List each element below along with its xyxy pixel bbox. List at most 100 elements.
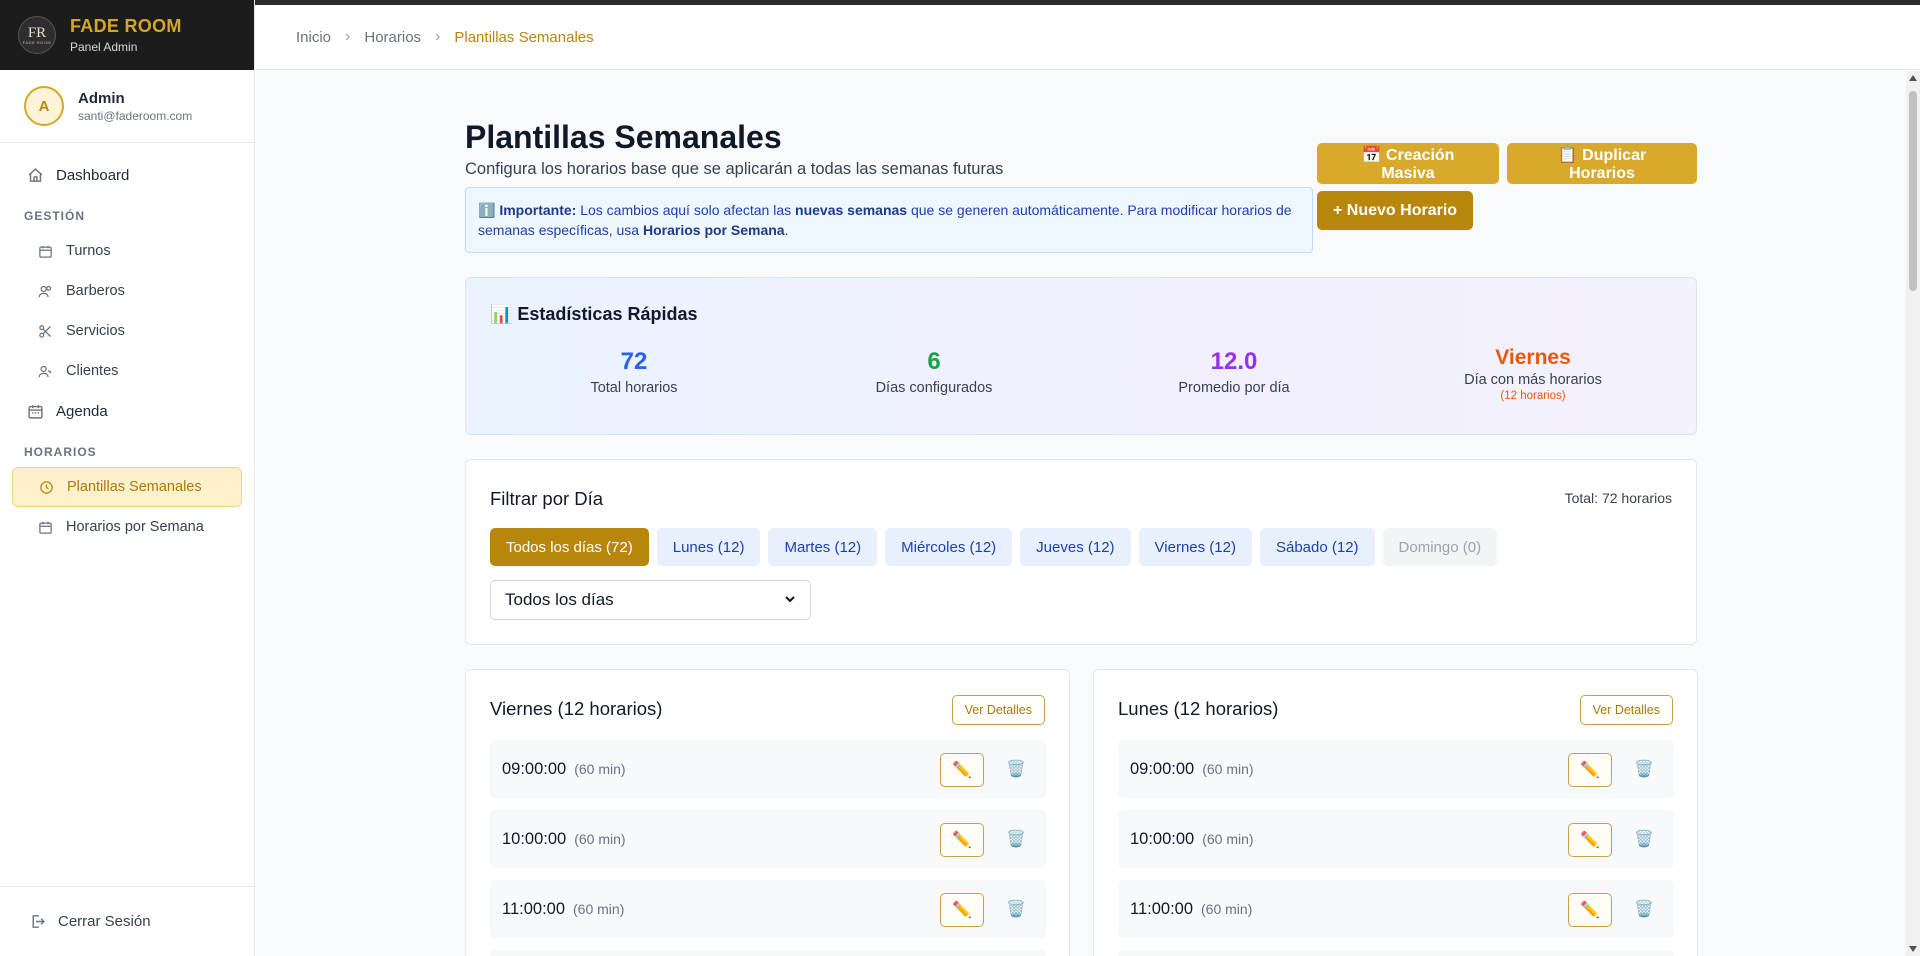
edit-button[interactable]: ✏️ bbox=[940, 823, 984, 857]
chip-martes[interactable]: Martes (12) bbox=[768, 528, 878, 566]
scroll-thumb[interactable] bbox=[1909, 91, 1917, 291]
logo-monogram: FR bbox=[27, 24, 47, 41]
notice-label: Importante: bbox=[499, 202, 577, 218]
brand-logo[interactable]: FR FADE ROOM bbox=[18, 16, 56, 54]
main-content: Plantillas Semanales Configura los horar… bbox=[256, 71, 1906, 956]
pencil-icon: ✏️ bbox=[952, 902, 972, 919]
time-slot: 11:00:00 (60 min) ✏️ 🗑️ bbox=[1118, 880, 1674, 938]
stat-label: Día con más horarios bbox=[1464, 372, 1602, 388]
time-slot-partial bbox=[1118, 950, 1674, 956]
slot-time: 10:00:00 bbox=[502, 829, 567, 848]
quick-stats-panel: 📊 Estadísticas Rápidas 72 Total horarios… bbox=[465, 277, 1697, 435]
page-scrollbar[interactable] bbox=[1906, 71, 1920, 956]
info-notice: ℹ️ Importante: Los cambios aquí solo afe… bbox=[465, 187, 1313, 253]
stat-value: 6 bbox=[927, 348, 941, 375]
user-email: santi@faderoom.com bbox=[78, 108, 193, 123]
pencil-icon: ✏️ bbox=[952, 762, 972, 779]
time-slot: 09:00:00 (60 min) ✏️ 🗑️ bbox=[490, 740, 1046, 798]
trash-icon: 🗑️ bbox=[1634, 831, 1654, 848]
edit-button[interactable]: ✏️ bbox=[1568, 823, 1612, 857]
slot-time: 11:00:00 bbox=[1130, 899, 1194, 918]
slot-time: 09:00:00 bbox=[1130, 759, 1195, 778]
trash-icon: 🗑️ bbox=[1006, 901, 1026, 918]
sidebar-item-label: Servicios bbox=[66, 323, 125, 339]
filter-total: Total: 72 horarios bbox=[1564, 490, 1672, 506]
delete-button[interactable]: 🗑️ bbox=[1634, 760, 1654, 778]
edit-button[interactable]: ✏️ bbox=[1568, 893, 1612, 927]
chip-miercoles[interactable]: Miércoles (12) bbox=[885, 528, 1013, 566]
sidebar-item-turnos[interactable]: Turnos bbox=[12, 231, 242, 271]
sidebar-item-label: Plantillas Semanales bbox=[67, 479, 202, 495]
chip-lunes[interactable]: Lunes (12) bbox=[656, 528, 761, 566]
sidebar-item-label: Dashboard bbox=[56, 166, 130, 184]
stat-top-day: Viernes Día con más horarios (12 horario… bbox=[1383, 346, 1683, 402]
sidebar-item-plantillas-semanales[interactable]: Plantillas Semanales bbox=[12, 467, 242, 507]
delete-button[interactable]: 🗑️ bbox=[1634, 830, 1654, 848]
time-slot: 11:00:00 (60 min) ✏️ 🗑️ bbox=[490, 880, 1046, 938]
trash-icon: 🗑️ bbox=[1006, 761, 1026, 778]
logout-icon bbox=[28, 913, 46, 931]
card-title: Lunes (12 horarios) bbox=[1118, 698, 1279, 719]
slot-duration: (60 min) bbox=[1202, 831, 1254, 847]
delete-button[interactable]: 🗑️ bbox=[1006, 900, 1026, 918]
edit-button[interactable]: ✏️ bbox=[940, 893, 984, 927]
slot-time: 11:00:00 bbox=[502, 899, 566, 918]
avatar[interactable]: A bbox=[24, 86, 64, 126]
sidebar-item-label: Agenda bbox=[56, 402, 108, 420]
slot-duration: (60 min) bbox=[1201, 901, 1253, 917]
stat-value: 72 bbox=[620, 348, 648, 375]
calendar-icon bbox=[36, 242, 54, 260]
duplicate-schedules-button[interactable]: 📋 Duplicar Horarios bbox=[1507, 143, 1697, 184]
chevron-right-icon: › bbox=[345, 28, 351, 45]
logout-button[interactable]: Cerrar Sesión bbox=[0, 886, 254, 956]
clients-icon bbox=[36, 362, 54, 380]
nav-section-horarios: HORARIOS bbox=[24, 445, 97, 459]
new-schedule-button[interactable]: + Nuevo Horario bbox=[1317, 191, 1474, 230]
sidebar: FR FADE ROOM FADE ROOM Panel Admin A Adm… bbox=[0, 0, 255, 956]
breadcrumb-horarios[interactable]: Horarios bbox=[364, 29, 421, 46]
chip-domingo: Domingo (0) bbox=[1382, 528, 1498, 566]
delete-button[interactable]: 🗑️ bbox=[1634, 900, 1654, 918]
scroll-down-arrow-icon[interactable] bbox=[1909, 946, 1917, 952]
bulk-create-button[interactable]: 📅 Creación Masiva bbox=[1317, 143, 1500, 184]
chip-viernes[interactable]: Viernes (12) bbox=[1138, 528, 1252, 566]
notice-link-horarios-semana: Horarios por Semana bbox=[642, 222, 785, 238]
sidebar-item-horarios-por-semana[interactable]: Horarios por Semana bbox=[12, 507, 242, 547]
sidebar-item-clientes[interactable]: Clientes bbox=[12, 351, 242, 391]
nav-section-gestion: GESTIÓN bbox=[24, 209, 86, 223]
edit-button[interactable]: ✏️ bbox=[1568, 753, 1612, 787]
chevron-down-icon bbox=[784, 590, 796, 610]
time-slot: 09:00:00 (60 min) ✏️ 🗑️ bbox=[1118, 740, 1674, 798]
agenda-icon bbox=[26, 402, 44, 420]
scroll-up-arrow-icon[interactable] bbox=[1909, 75, 1917, 81]
view-details-button[interactable]: Ver Detalles bbox=[1579, 695, 1673, 725]
pencil-icon: ✏️ bbox=[1580, 902, 1600, 919]
day-card-lunes: Lunes (12 horarios) Ver Detalles 09:00:0… bbox=[1093, 669, 1698, 956]
sidebar-item-label: Clientes bbox=[66, 363, 119, 379]
user-name: Admin bbox=[78, 89, 125, 107]
sidebar-item-dashboard[interactable]: Dashboard bbox=[12, 155, 242, 195]
notice-text: Los cambios aquí solo afectan las bbox=[576, 202, 796, 218]
time-slot: 10:00:00 (60 min) ✏️ 🗑️ bbox=[490, 810, 1046, 868]
chip-sabado[interactable]: Sábado (12) bbox=[1259, 528, 1375, 566]
day-select-value: Todos los días bbox=[505, 590, 614, 609]
pencil-icon: ✏️ bbox=[952, 832, 972, 849]
sidebar-item-barberos[interactable]: Barberos bbox=[12, 271, 242, 311]
chip-todos[interactable]: Todos los días (72) bbox=[490, 528, 649, 566]
sidebar-item-servicios[interactable]: Servicios bbox=[12, 311, 242, 351]
delete-button[interactable]: 🗑️ bbox=[1006, 830, 1026, 848]
sidebar-item-label: Horarios por Semana bbox=[66, 519, 204, 535]
sidebar-item-agenda[interactable]: Agenda bbox=[12, 391, 242, 431]
breadcrumb-inicio[interactable]: Inicio bbox=[296, 29, 331, 46]
chip-jueves[interactable]: Jueves (12) bbox=[1020, 528, 1131, 566]
view-details-button[interactable]: Ver Detalles bbox=[951, 695, 1045, 725]
trash-icon: 🗑️ bbox=[1634, 901, 1654, 918]
time-slot: 10:00:00 (60 min) ✏️ 🗑️ bbox=[1118, 810, 1674, 868]
edit-button[interactable]: ✏️ bbox=[940, 753, 984, 787]
filter-title: Filtrar por Día bbox=[490, 488, 604, 509]
stat-value: Viernes bbox=[1495, 346, 1571, 369]
stat-value: 12.0 bbox=[1210, 348, 1258, 375]
day-select[interactable]: Todos los días bbox=[490, 580, 811, 620]
slot-duration: (60 min) bbox=[1202, 761, 1254, 777]
delete-button[interactable]: 🗑️ bbox=[1006, 760, 1026, 778]
